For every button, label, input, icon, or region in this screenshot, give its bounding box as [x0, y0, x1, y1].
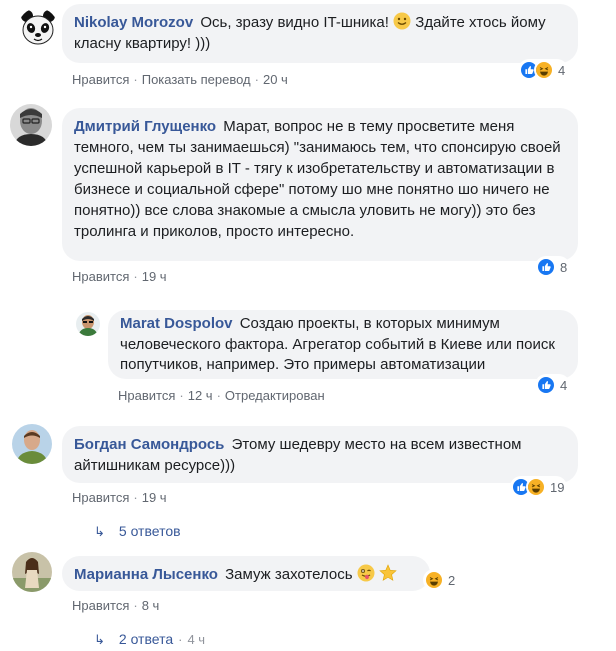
comment-author[interactable]: Marat Dospolov	[120, 315, 233, 332]
like-action[interactable]: Нравится	[118, 388, 175, 403]
comment-time[interactable]: 20 ч	[263, 72, 288, 87]
reactions-summary[interactable]: 4	[518, 59, 569, 81]
separator: ·	[178, 632, 183, 647]
panda-avatar-icon	[18, 8, 58, 48]
separator: ·	[133, 490, 138, 505]
reaction-count: 4	[560, 377, 568, 393]
comment-author[interactable]: Nikolay Morozov	[74, 14, 193, 31]
like-icon	[536, 257, 556, 277]
avatar[interactable]	[18, 8, 58, 48]
avatar[interactable]	[10, 104, 52, 146]
avatar[interactable]	[76, 312, 100, 336]
comment-bubble: Богдан Самондрось Этому шедевру место на…	[62, 426, 578, 483]
haha-icon	[526, 477, 546, 497]
reply-arrow-icon: ↳	[94, 632, 105, 647]
comment-text: Ось, зразу видно IT-шника!	[200, 14, 389, 31]
like-action[interactable]: Нравится	[72, 72, 129, 87]
comment-actions: Нравится · 12 ч · Отредактирован	[118, 388, 325, 404]
reply-arrow-icon: ↳	[94, 524, 105, 539]
comment-bubble: Nikolay Morozov Ось, зразу видно IT-шник…	[62, 4, 578, 63]
star-emoji-icon	[379, 564, 397, 582]
like-action[interactable]: Нравится	[72, 269, 129, 284]
replies-count[interactable]: 2 ответа	[119, 631, 173, 647]
separator: ·	[133, 72, 138, 87]
reaction-count: 8	[560, 259, 568, 275]
separator: ·	[179, 388, 184, 403]
edited-label[interactable]: Отредактирован	[225, 388, 325, 403]
reaction-count: 19	[550, 479, 565, 495]
haha-icon	[534, 60, 554, 80]
reactions-summary[interactable]: 8	[535, 256, 571, 278]
replies-time[interactable]: 4 ч	[187, 632, 205, 647]
comment-actions: Нравится · 19 ч	[72, 490, 167, 506]
separator: ·	[133, 598, 138, 613]
comment-time[interactable]: 8 ч	[142, 598, 160, 613]
avatar[interactable]	[12, 552, 52, 592]
like-action[interactable]: Нравится	[72, 490, 129, 505]
comment-bubble: Marat Dospolov Создаю проекты, в которых…	[108, 310, 578, 379]
comment-actions: Нравится · 8 ч	[72, 598, 159, 614]
avatar[interactable]	[12, 424, 52, 464]
comment-time[interactable]: 19 ч	[142, 490, 167, 505]
comment-author[interactable]: Богдан Самондрось	[74, 436, 224, 453]
haha-icon	[424, 570, 444, 590]
reactions-summary[interactable]: 19	[510, 476, 568, 498]
smile-emoji-icon	[393, 12, 411, 30]
comment-bubble: Дмитрий Глущенко Марат, вопрос не в тему…	[62, 108, 578, 261]
reactions-summary[interactable]: 2	[423, 569, 459, 591]
view-replies-link[interactable]: ↳ 5 ответов	[94, 523, 181, 540]
comment-time[interactable]: 19 ч	[142, 269, 167, 284]
comment-author[interactable]: Дмитрий Глущенко	[74, 118, 216, 135]
comment-text: Марат, вопрос не в тему просветите меня …	[74, 118, 565, 240]
person-avatar-icon	[10, 104, 52, 146]
comment-actions: Нравится · Показать перевод · 20 ч	[72, 72, 288, 88]
like-action[interactable]: Нравится	[72, 598, 129, 613]
reaction-count: 2	[448, 572, 456, 588]
reaction-count: 4	[558, 62, 566, 78]
person-avatar-icon	[76, 312, 100, 336]
comment-time[interactable]: 12 ч	[188, 388, 213, 403]
view-replies-link[interactable]: ↳ 2 ответа · 4 ч	[94, 631, 205, 648]
person-avatar-icon	[12, 424, 52, 464]
separator: ·	[216, 388, 221, 403]
comment-text: Замуж захотелось	[225, 566, 353, 583]
person-avatar-icon	[12, 552, 52, 592]
comment-bubble: Марианна Лысенко Замуж захотелось	[62, 556, 430, 591]
comment-author[interactable]: Марианна Лысенко	[74, 566, 218, 583]
winking-tongue-emoji-icon	[357, 564, 375, 582]
replies-count[interactable]: 5 ответов	[119, 523, 181, 539]
separator: ·	[133, 269, 138, 284]
separator: ·	[254, 72, 259, 87]
show-translation-action[interactable]: Показать перевод	[142, 72, 251, 87]
like-icon	[536, 375, 556, 395]
reactions-summary[interactable]: 4	[535, 374, 571, 396]
comment-actions: Нравится · 19 ч	[72, 269, 167, 285]
